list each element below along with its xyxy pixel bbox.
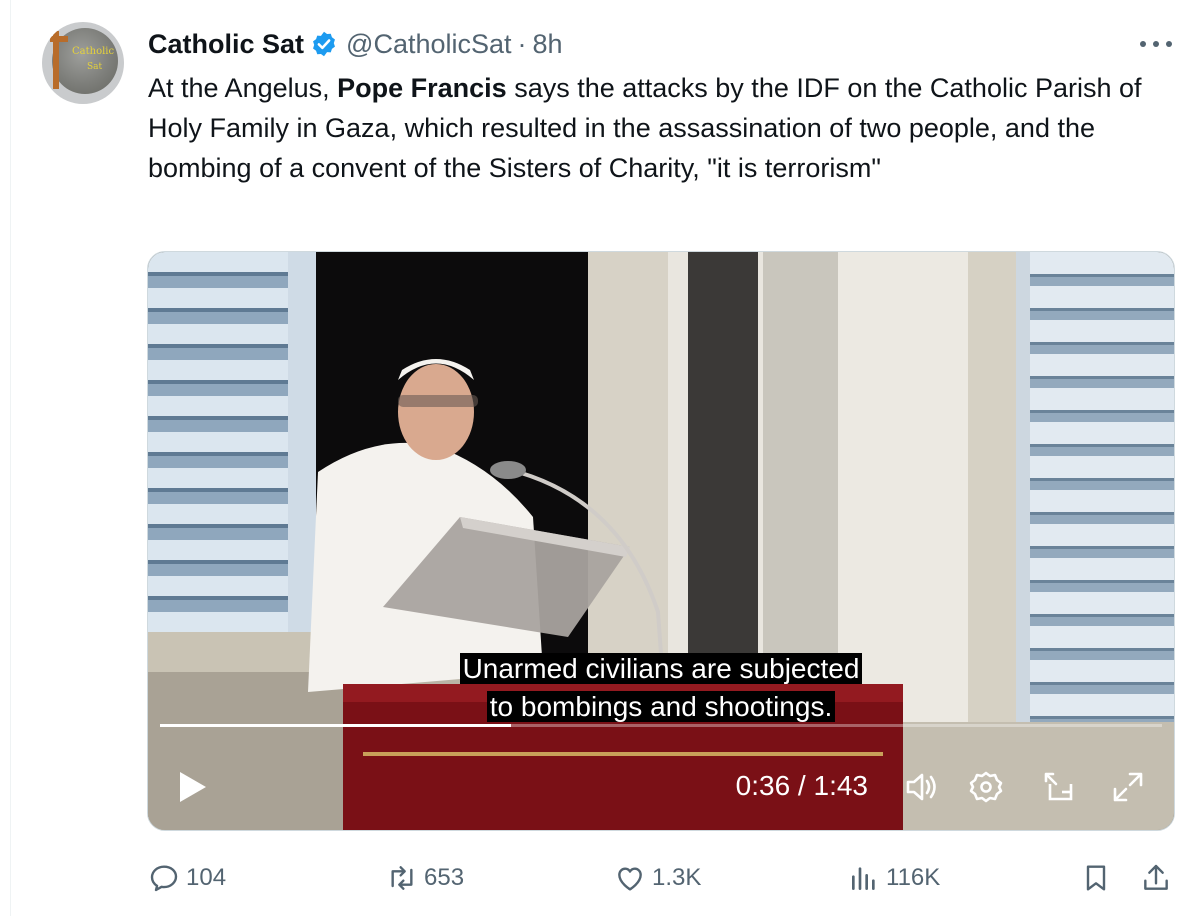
- video-frame: [148, 252, 1174, 830]
- picture-in-picture-button[interactable]: [1040, 768, 1080, 806]
- cross-arm: [50, 36, 68, 42]
- video-progress-bar[interactable]: [160, 724, 1162, 727]
- views-count: 116K: [886, 864, 941, 891]
- settings-button[interactable]: [966, 768, 1006, 806]
- video-progress-fill: [160, 724, 511, 727]
- tweet-text-mention: Pope Francis: [337, 73, 507, 103]
- bookmark-icon: [1086, 865, 1106, 891]
- more-dot: [1153, 41, 1159, 47]
- tweet-actions-bar: 104 653 1.3K 116K: [0, 856, 1194, 900]
- separator-dot: ·: [517, 28, 527, 59]
- bookmark-button[interactable]: [1080, 856, 1118, 900]
- caption-text: to bombings and shootings.: [486, 691, 836, 722]
- heart-icon: [618, 867, 642, 891]
- video-caption-line2: to bombings and shootings.: [148, 688, 1174, 726]
- more-dot: [1140, 41, 1146, 47]
- share-icon: [1144, 864, 1168, 890]
- mute-button[interactable]: [900, 768, 940, 806]
- tweet-text: At the Angelus, Pope Francis says the at…: [148, 68, 1158, 188]
- views-button[interactable]: 116K: [848, 856, 940, 900]
- reply-button[interactable]: 104: [148, 856, 226, 900]
- tweet-text-intro: At the Angelus,: [148, 73, 338, 103]
- video-caption-line1: Unarmed civilians are subjected: [148, 650, 1174, 688]
- more-dot: [1166, 41, 1172, 47]
- video-time-display: 0:36 / 1:43: [735, 770, 868, 801]
- settings-icon: [969, 771, 1003, 803]
- repost-icon: [391, 866, 413, 890]
- fullscreen-icon: [1113, 772, 1143, 802]
- views-icon: [852, 867, 875, 890]
- author-name[interactable]: Catholic Sat: [148, 29, 304, 60]
- like-button[interactable]: 1.3K: [614, 856, 701, 900]
- reply-count: 104: [186, 864, 227, 891]
- video-player[interactable]: Unarmed civilians are subjected to bombi…: [147, 251, 1175, 831]
- repost-button[interactable]: 653: [386, 856, 464, 900]
- repost-count: 653: [424, 864, 465, 891]
- timeline-divider: [10, 0, 11, 916]
- tweet-header: Catholic Sat @CatholicSat · 8h: [148, 28, 563, 60]
- verified-badge-icon[interactable]: [310, 30, 338, 58]
- avatar[interactable]: Catholic Sat: [42, 22, 124, 104]
- share-button[interactable]: [1140, 856, 1178, 900]
- volume-icon: [906, 773, 936, 801]
- author-handle[interactable]: @CatholicSat: [346, 29, 511, 60]
- like-count: 1.3K: [652, 864, 702, 891]
- caption-text: Unarmed civilians are subjected: [459, 653, 863, 684]
- avatar-logo-text-sub: Sat: [87, 62, 103, 72]
- reply-icon: [150, 865, 178, 892]
- play-icon[interactable]: [172, 768, 212, 806]
- more-options-button[interactable]: [1140, 30, 1172, 58]
- tweet-timestamp[interactable]: 8h: [533, 29, 563, 60]
- picture-in-picture-icon: [1044, 772, 1073, 801]
- fullscreen-button[interactable]: [1108, 768, 1148, 806]
- avatar-logo-text: Catholic: [72, 46, 115, 57]
